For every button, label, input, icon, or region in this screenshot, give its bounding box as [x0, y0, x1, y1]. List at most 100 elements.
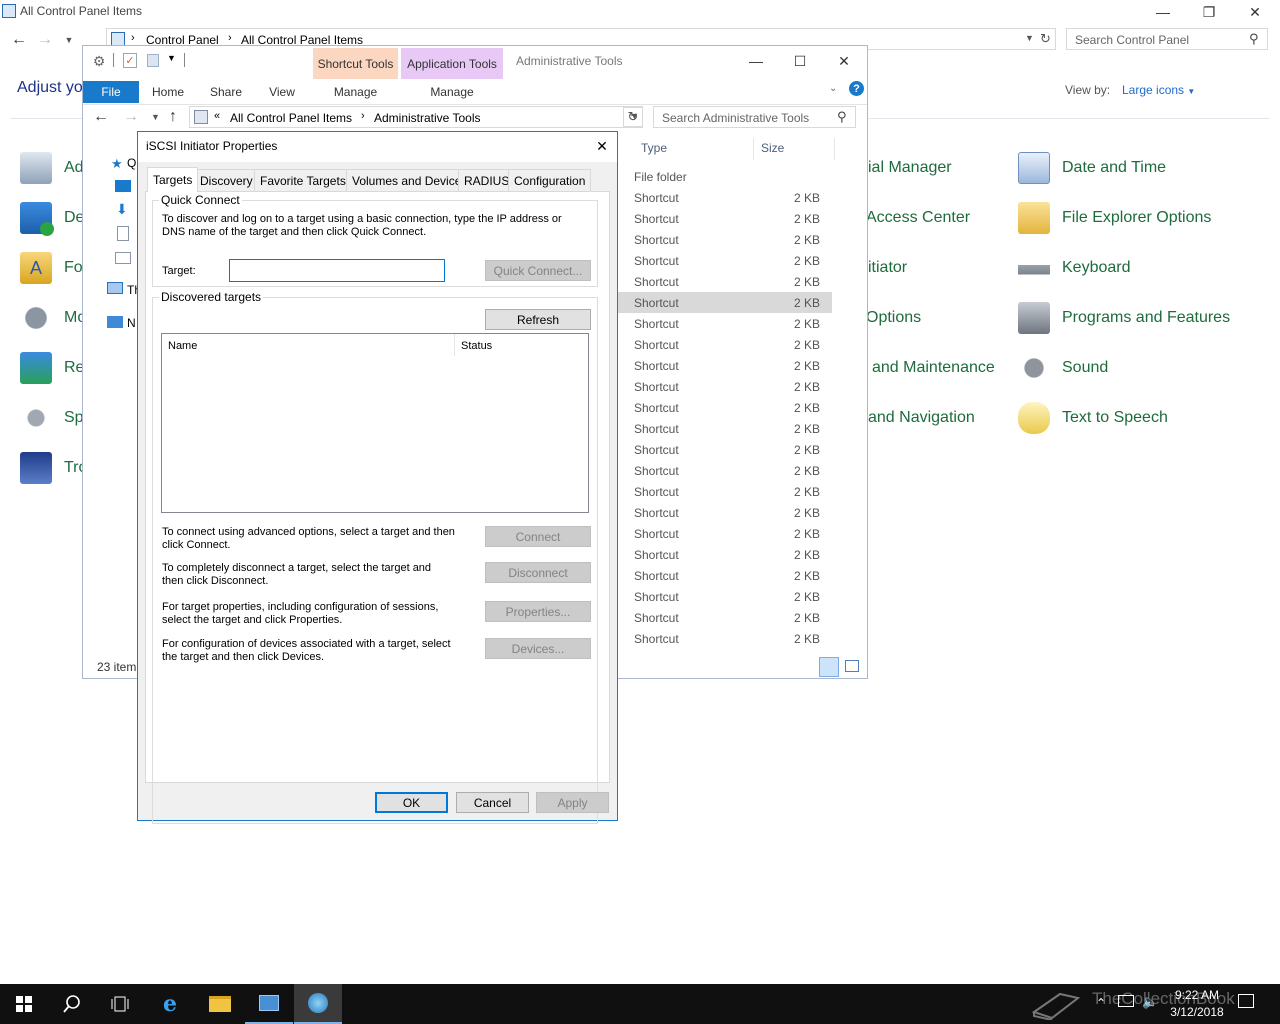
tab-radius[interactable]: RADIUS [458, 169, 516, 191]
cp-item-text-to-speech[interactable]: Text to Speech [1018, 402, 1168, 434]
control-panel-taskbar-button[interactable] [245, 984, 293, 1024]
file-list-row[interactable]: Shortcut 2 KB [612, 523, 832, 544]
iscsi-initiator-taskbar-button[interactable] [294, 984, 342, 1024]
internet-explorer-button[interactable]: e [146, 984, 194, 1024]
tab-manage-shortcut[interactable]: Manage [313, 81, 398, 103]
disconnect-button[interactable]: Disconnect [485, 562, 591, 583]
dialog-close-button[interactable]: ✕ [588, 135, 616, 157]
recent-locations-chevron-icon[interactable]: ▼ [151, 112, 160, 122]
file-list-row[interactable]: Shortcut 2 KB [612, 355, 832, 376]
address-bar[interactable]: « All Control Panel Items › Administrati… [189, 106, 643, 128]
back-arrow-icon[interactable]: ← [10, 30, 28, 50]
search-icon[interactable]: ⚲ [1249, 31, 1259, 47]
search-control-panel-box[interactable]: Search Control Panel ⚲ [1066, 28, 1268, 50]
column-header-name[interactable]: Name [162, 334, 455, 356]
clock-time[interactable]: 9:22 AM [1168, 988, 1226, 1002]
cp-item-taskbar-and-navigation[interactable]: and Navigation [868, 409, 975, 427]
column-header-status[interactable]: Status [456, 334, 588, 356]
tab-discovery[interactable]: Discovery [194, 169, 259, 191]
maximize-button[interactable]: ☐ [777, 46, 823, 76]
refresh-icon[interactable]: ↻ [1040, 31, 1051, 47]
search-input[interactable]: Search Administrative Tools [662, 111, 809, 125]
search-input[interactable]: Search Control Panel [1075, 33, 1189, 47]
application-tools-context-tab[interactable]: Application Tools [401, 48, 503, 79]
close-button[interactable]: ✕ [1232, 0, 1278, 24]
cp-item-credential-manager[interactable]: ial Manager [868, 159, 952, 177]
cp-item-date-and-time[interactable]: Date and Time [1018, 152, 1166, 184]
tab-view[interactable]: View [257, 81, 307, 103]
view-by-dropdown[interactable]: Large icons ▼ [1122, 83, 1195, 97]
file-list-row[interactable]: Shortcut 2 KB [612, 334, 832, 355]
cp-item-ease-of-access-center[interactable]: Access Center [866, 209, 970, 227]
documents-icon[interactable] [117, 226, 129, 241]
file-list-row[interactable]: Shortcut 2 KB [612, 397, 832, 418]
close-button[interactable]: ✕ [821, 46, 867, 76]
tab-volumes-and-devices[interactable]: Volumes and Devices [346, 169, 474, 191]
breadcrumb-item[interactable]: Administrative Tools [374, 111, 481, 125]
cp-item-security-and-maintenance[interactable]: and Maintenance [872, 359, 995, 377]
connect-button[interactable]: Connect [485, 526, 591, 547]
cp-item-sound[interactable]: Sound [1018, 352, 1108, 384]
cp-item-file-explorer-options[interactable]: File Explorer Options [1018, 202, 1211, 234]
show-hidden-icons-chevron-icon[interactable]: ⌃ [1096, 996, 1106, 1010]
downloads-icon[interactable]: ⬇ [116, 201, 128, 218]
cp-item-mouse[interactable]: Mo [20, 302, 86, 334]
back-arrow-icon[interactable]: ← [93, 108, 109, 126]
forward-arrow-icon[interactable]: → [123, 108, 139, 126]
refresh-icon[interactable]: ↻ [623, 107, 643, 127]
tab-manage-application[interactable]: Manage [401, 81, 503, 103]
tab-share[interactable]: Share [201, 81, 251, 103]
recent-locations-chevron-icon[interactable]: ▼ [62, 30, 76, 50]
up-arrow-icon[interactable]: ↑ [169, 108, 177, 126]
start-button[interactable] [0, 984, 48, 1024]
file-list-row[interactable]: Shortcut 2 KB [612, 607, 832, 628]
minimize-button[interactable]: — [1140, 0, 1186, 24]
breadcrumb-overflow-icon[interactable]: « [214, 110, 220, 122]
file-list-row[interactable]: Shortcut 2 KB [612, 418, 832, 439]
clock-date[interactable]: 3/12/2018 [1168, 1005, 1226, 1019]
pictures-icon[interactable] [115, 252, 131, 264]
speaker-muted-icon[interactable]: 🔈 [1142, 994, 1158, 1010]
large-icons-view-icon[interactable] [845, 660, 859, 672]
tab-file[interactable]: File [83, 81, 139, 103]
tab-home[interactable]: Home [143, 81, 193, 103]
cp-item-recovery[interactable]: Re [20, 352, 84, 384]
file-list-row[interactable]: Shortcut 2 KB [612, 502, 832, 523]
file-list-row[interactable]: Shortcut 2 KB [612, 376, 832, 397]
cp-item-programs-and-features[interactable]: Programs and Features [1018, 302, 1230, 334]
quick-access-dropdown-icon[interactable]: ▼ [167, 53, 176, 63]
file-list-row[interactable]: Shortcut 2 KB [612, 313, 832, 334]
details-view-icon[interactable] [819, 657, 839, 677]
quick-connect-button[interactable]: Quick Connect... [485, 260, 591, 281]
refresh-button[interactable]: Refresh [485, 309, 591, 330]
task-view-button[interactable] [96, 984, 144, 1024]
cp-item-keyboard[interactable]: Keyboard [1018, 252, 1131, 284]
file-explorer-button[interactable] [196, 984, 244, 1024]
file-list-row[interactable]: Shortcut 2 KB [612, 250, 832, 271]
search-icon[interactable]: ⚲ [837, 109, 847, 125]
file-list-row[interactable]: Shortcut 2 KB [612, 271, 832, 292]
cp-item-power-options[interactable]: Options [866, 309, 921, 327]
search-admin-tools-box[interactable]: Search Administrative Tools ⚲ [653, 106, 856, 128]
ribbon-expand-chevron-icon[interactable]: ⌄ [829, 83, 837, 94]
properties-check-icon[interactable]: ✓ [123, 53, 137, 68]
nav-item-quick-access[interactable]: Q [127, 156, 136, 170]
ok-button[interactable]: OK [375, 792, 448, 813]
column-header-size[interactable]: Size [755, 138, 835, 160]
file-list-row[interactable]: File folder [612, 166, 832, 187]
target-input[interactable] [229, 259, 445, 282]
file-list-row[interactable]: Shortcut 2 KB [612, 544, 832, 565]
help-icon[interactable]: ? [849, 81, 864, 96]
file-list-row[interactable]: Shortcut 2 KB [612, 586, 832, 607]
search-button[interactable] [48, 984, 96, 1024]
address-dropdown-icon[interactable]: ▼ [1025, 33, 1034, 43]
tab-configuration[interactable]: Configuration [508, 169, 592, 191]
minimize-button[interactable]: — [733, 46, 779, 76]
properties-button[interactable]: Properties... [485, 601, 591, 622]
file-list-row[interactable]: Shortcut 2 KB [612, 439, 832, 460]
file-list-row[interactable]: Shortcut 2 KB [612, 229, 832, 250]
action-center-icon[interactable] [1238, 994, 1254, 1008]
network-tray-icon[interactable] [1118, 995, 1134, 1007]
tab-favorite-targets[interactable]: Favorite Targets [254, 169, 352, 191]
new-folder-icon[interactable] [147, 54, 159, 67]
